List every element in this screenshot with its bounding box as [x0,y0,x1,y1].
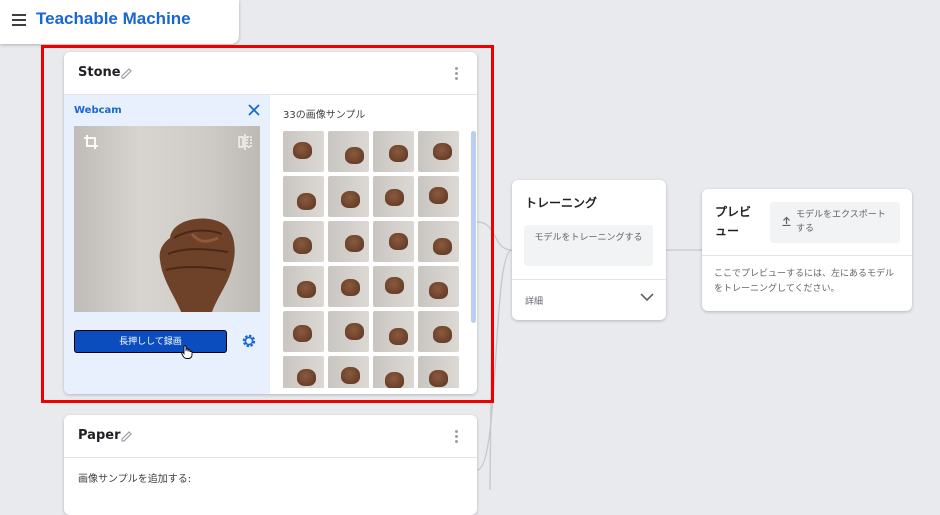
advanced-details-toggle[interactable]: 詳細 [512,279,666,320]
training-title: トレーニング [525,196,598,210]
menu-icon[interactable] [12,14,26,26]
class-name[interactable]: Paper [78,428,121,443]
train-model-button[interactable]: モデルをトレーニングする [524,225,653,266]
app-header: Teachable Machine [0,0,239,44]
add-samples-label: 画像サンプルを追加する: [78,474,192,485]
divider [702,255,912,256]
pencil-icon[interactable] [120,428,132,442]
chevron-down-icon[interactable] [640,292,654,302]
upload-icon [782,216,791,226]
training-card: トレーニング モデルをトレーニングする 詳細 [512,180,666,320]
export-button-label: モデルをエクスポートする [796,210,886,234]
preview-card: プレビュー モデルをエクスポートする ここでプレビューするには、左にあるモデルを… [702,189,912,311]
export-model-button[interactable]: モデルをエクスポートする [770,202,900,243]
preview-hint: ここでプレビューするには、左にあるモデルをトレーニングしてください。 [714,269,895,294]
class-card-header: Paper [64,415,477,458]
class-card-paper: Paper 画像サンプルを追加する: [64,415,477,515]
details-label: 詳細 [525,297,544,307]
kebab-menu-icon[interactable] [455,430,459,444]
preview-title: プレビュー [715,205,752,238]
app-logo[interactable]: Teachable Machine [36,9,191,29]
highlight-frame [41,45,494,403]
